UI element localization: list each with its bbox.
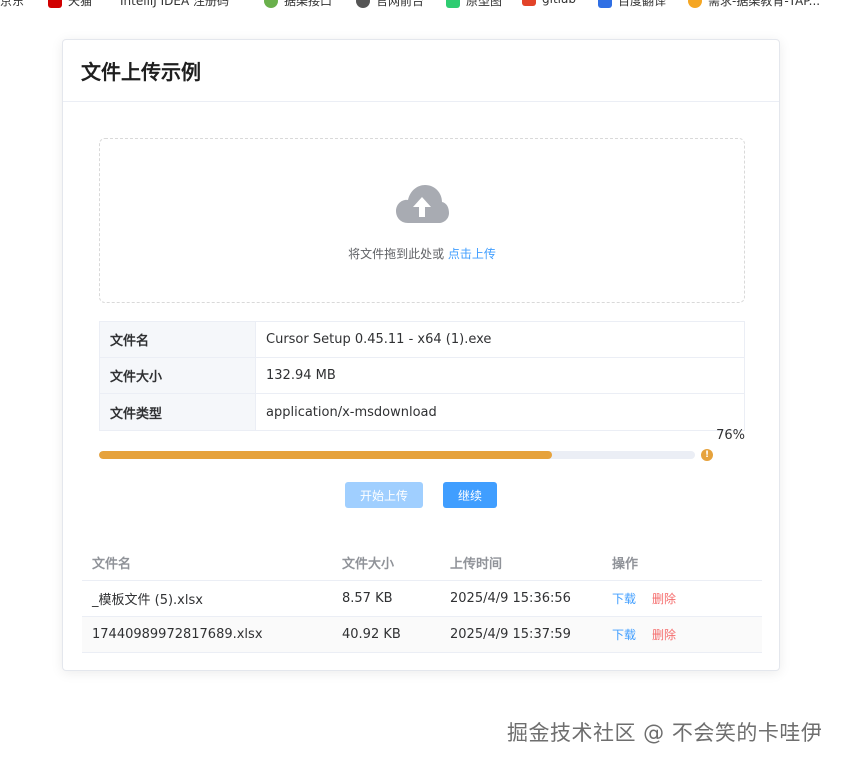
watermark: 掘金技术社区 @ 不会笑的卡哇伊 <box>507 721 823 745</box>
api-icon <box>264 0 278 8</box>
bookmark-prototype[interactable]: 原型图 <box>446 0 502 9</box>
progress-percent: 76% <box>716 428 745 443</box>
info-value: Cursor Setup 0.45.11 - x64 (1).exe <box>266 332 492 347</box>
tap-icon <box>688 0 702 8</box>
upload-progress: 76% ! <box>99 426 745 466</box>
info-row-size: 文件大小 132.94 MB <box>100 358 744 394</box>
table-row: 17440989972817689.xlsx 40.92 KB 2025/4/9… <box>82 617 762 653</box>
table-header: 文件名 文件大小 上传时间 操作 <box>82 545 762 581</box>
progress-track <box>99 451 695 459</box>
download-link[interactable]: 下载 <box>612 590 636 607</box>
delete-link[interactable]: 删除 <box>652 626 676 643</box>
progress-fill <box>99 451 552 459</box>
delete-link[interactable]: 删除 <box>652 590 676 607</box>
bookmark-website[interactable]: 官网前台 <box>356 0 424 9</box>
bookmarks-bar: 京东 天猫 IntelliJ IDEA 注册码 据渠接口 官网前台 原型图 gi… <box>0 0 867 10</box>
cell-size: 40.92 KB <box>342 627 401 642</box>
download-link[interactable]: 下载 <box>612 626 636 643</box>
bookmark-jd[interactable]: 京东 <box>0 0 24 9</box>
fanyi-icon <box>598 0 612 8</box>
uploaded-files-table: 文件名 文件大小 上传时间 操作 _模板文件 (5).xlsx 8.57 KB … <box>82 545 762 653</box>
bookmark-idea[interactable]: IntelliJ IDEA 注册码 <box>120 0 229 9</box>
bookmark-fanyi[interactable]: 百度翻译 <box>598 0 666 9</box>
gitlab-icon <box>522 0 536 6</box>
bookmark-tap[interactable]: 需求-据渠教育-TAP... <box>688 0 820 9</box>
dropzone-text: 将文件拖到此处或 点击上传 <box>348 247 496 261</box>
info-row-name: 文件名 Cursor Setup 0.45.11 - x64 (1).exe <box>100 322 744 358</box>
info-key: 文件大小 <box>100 358 256 393</box>
info-value: application/x-msdownload <box>266 404 437 420</box>
upload-dropzone[interactable]: 将文件拖到此处或 点击上传 <box>99 138 745 303</box>
file-info-table: 文件名 Cursor Setup 0.45.11 - x64 (1).exe 文… <box>99 321 745 431</box>
click-upload-link[interactable]: 点击上传 <box>448 247 496 261</box>
tmall-icon <box>48 0 62 8</box>
prototype-icon <box>446 0 460 8</box>
cell-size: 8.57 KB <box>342 591 393 606</box>
action-buttons: 开始上传 继续 <box>345 482 497 508</box>
card-title: 文件上传示例 <box>81 60 201 84</box>
cell-actions: 下载 删除 <box>602 590 762 607</box>
cell-time: 2025/4/9 15:37:59 <box>450 627 571 642</box>
card-header: 文件上传示例 <box>63 40 779 102</box>
info-key: 文件名 <box>100 322 256 357</box>
bookmark-tmall[interactable]: 天猫 <box>48 0 92 9</box>
cell-actions: 下载 删除 <box>602 626 762 643</box>
header-time: 上传时间 <box>450 557 503 572</box>
bookmark-gitlab[interactable]: gitlab <box>522 0 576 6</box>
cloud-upload-icon <box>396 185 449 223</box>
header-size: 文件大小 <box>342 557 395 572</box>
website-icon <box>356 0 370 8</box>
header-name: 文件名 <box>92 557 132 572</box>
header-action: 操作 <box>612 557 639 572</box>
start-upload-button[interactable]: 开始上传 <box>345 482 423 508</box>
info-value: 132.94 MB <box>266 368 336 383</box>
info-key: 文件类型 <box>100 394 256 430</box>
warning-icon: ! <box>701 449 713 461</box>
cell-name: _模板文件 (5).xlsx <box>92 593 203 608</box>
cell-time: 2025/4/9 15:36:56 <box>450 591 571 606</box>
cell-name: 17440989972817689.xlsx <box>92 627 263 642</box>
info-row-type: 文件类型 application/x-msdownload <box>100 394 744 430</box>
continue-button[interactable]: 继续 <box>443 482 497 508</box>
bookmark-api[interactable]: 据渠接口 <box>264 0 332 9</box>
upload-card: 文件上传示例 将文件拖到此处或 点击上传 文件名 Cursor Setup 0.… <box>62 39 780 671</box>
table-row: _模板文件 (5).xlsx 8.57 KB 2025/4/9 15:36:56… <box>82 581 762 617</box>
